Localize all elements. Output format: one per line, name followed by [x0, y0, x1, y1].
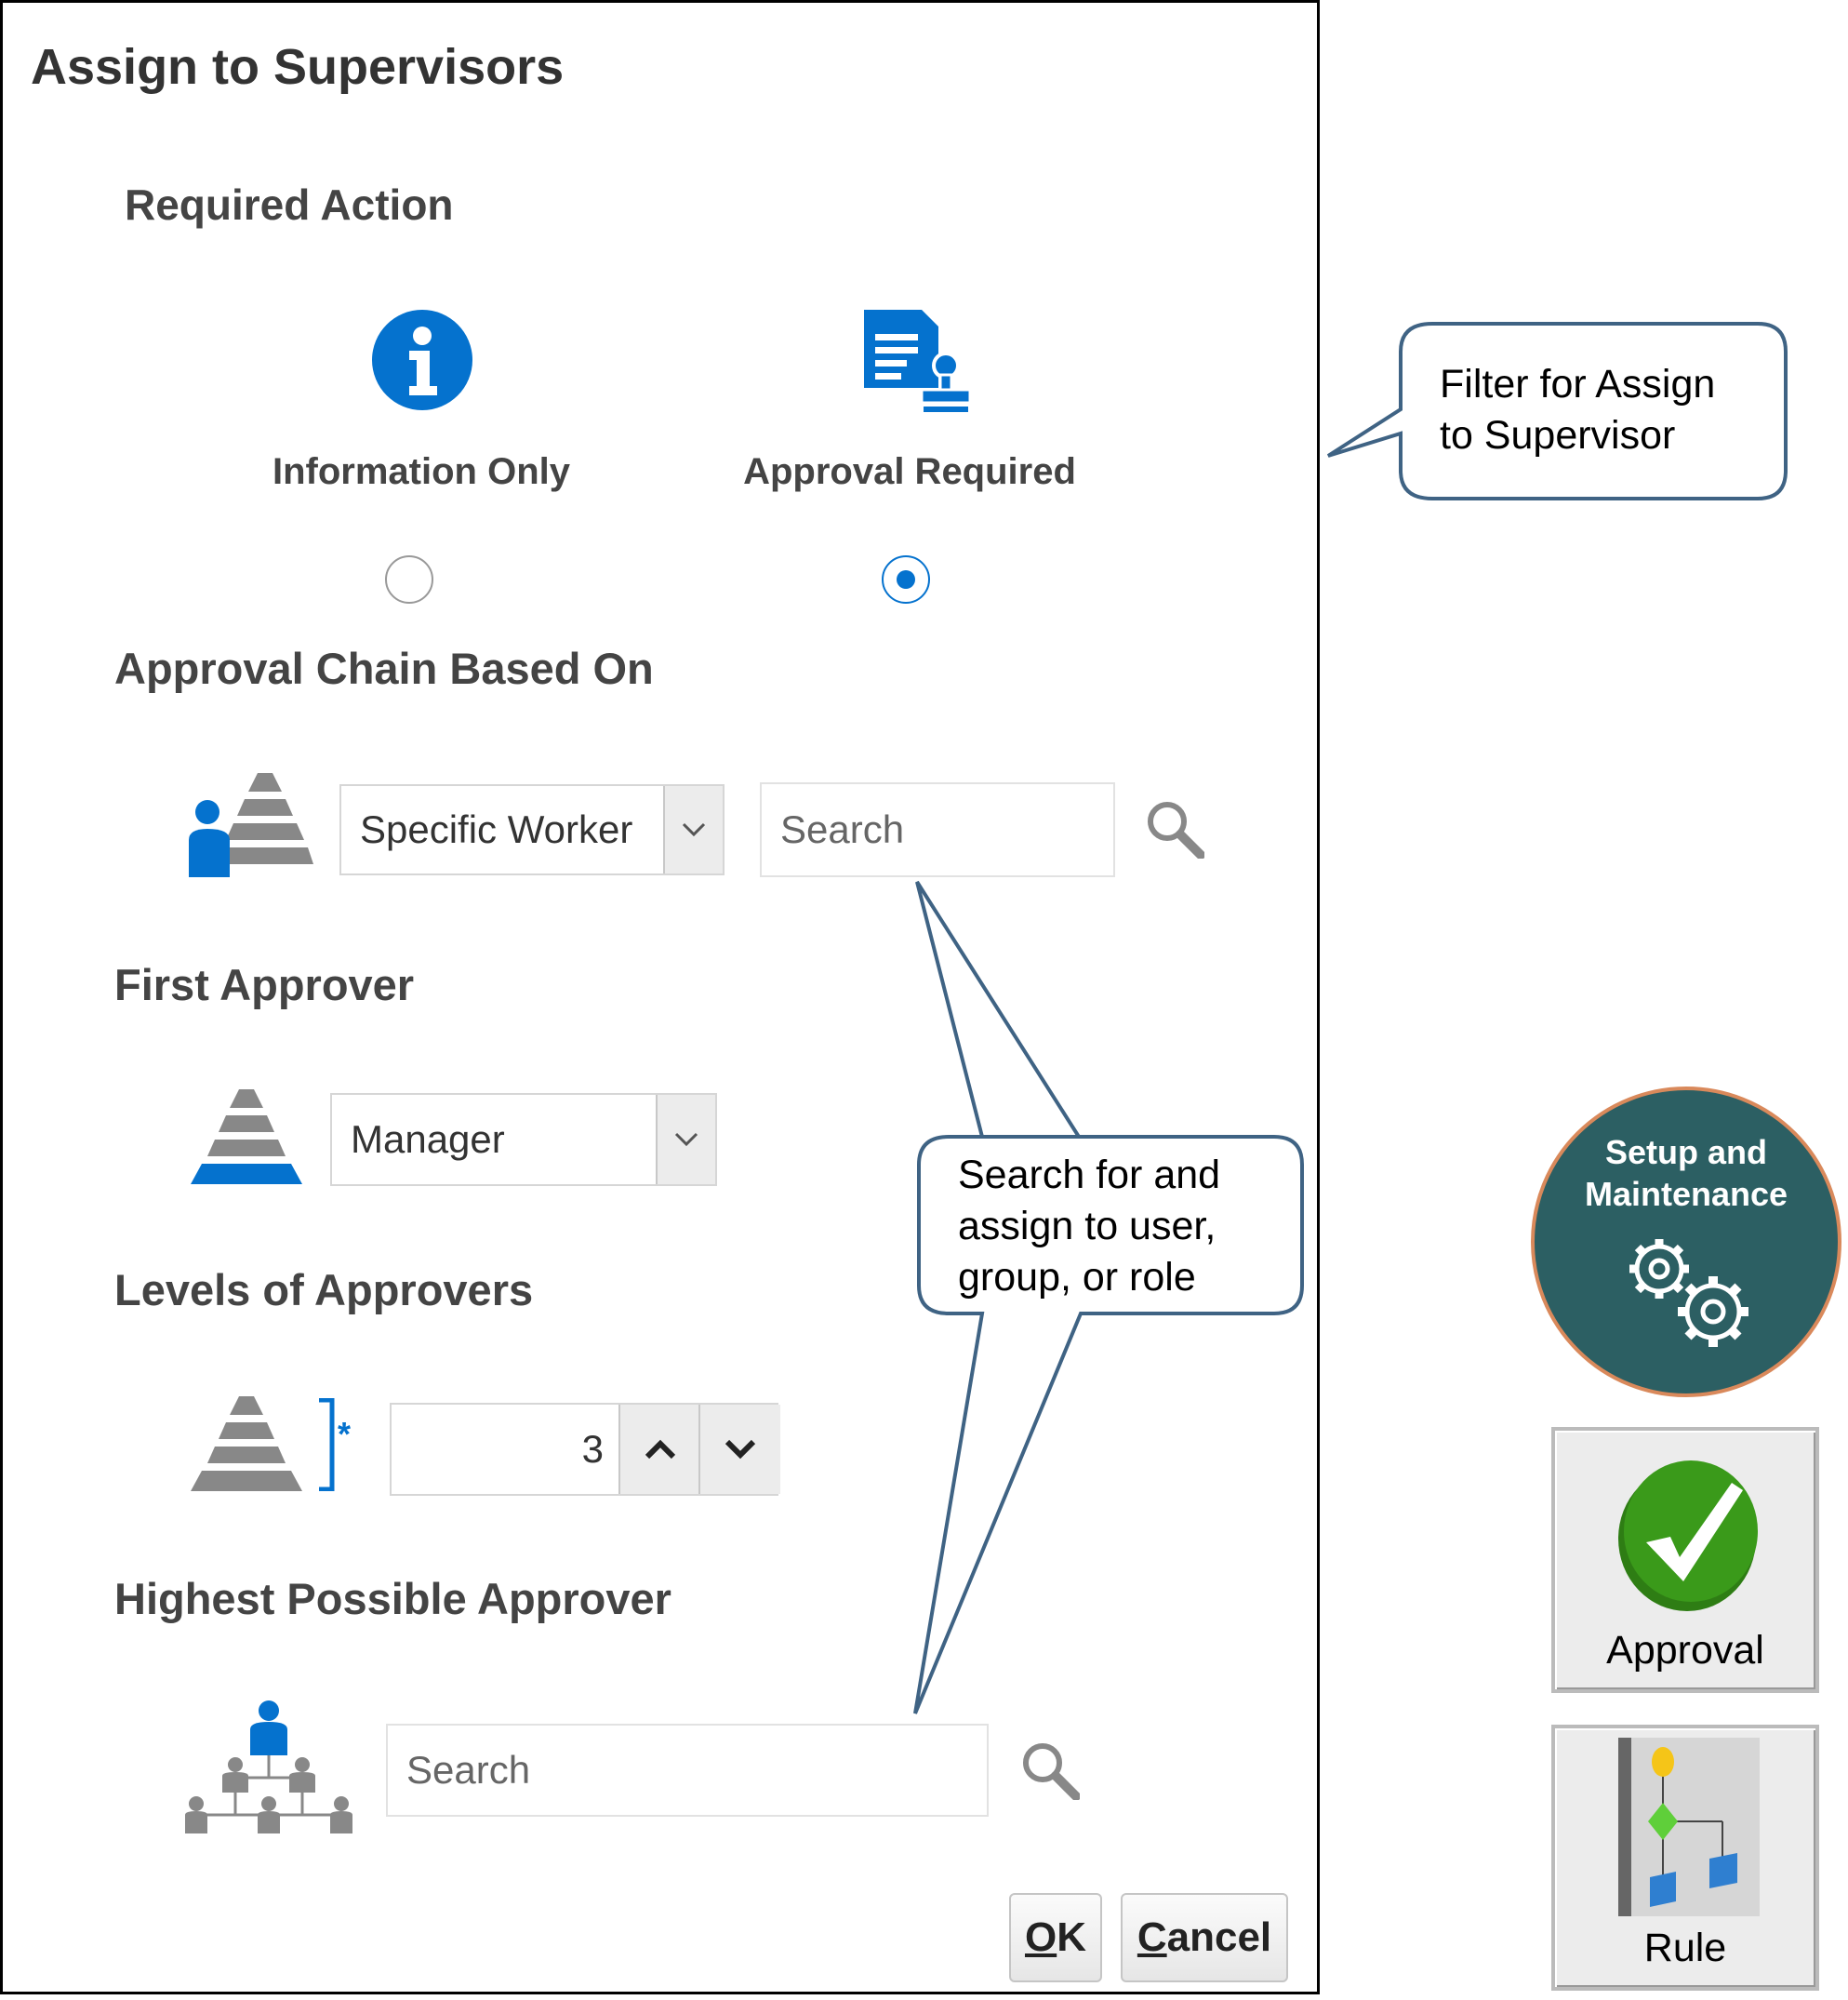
setup-and-maintenance-badge: Setup and Maintenance: [1531, 1087, 1841, 1397]
setup-line1: Setup and: [1604, 1133, 1767, 1171]
filter-callout-text: Filter for Assign to Supervisor: [1440, 359, 1715, 461]
rule-tile: Rule: [1551, 1725, 1819, 1991]
search-callout-line1: Search for and: [958, 1153, 1221, 1197]
rule-tile-label: Rule: [1643, 1926, 1727, 1970]
filter-callout-line1: Filter for Assign: [1440, 362, 1716, 407]
setup-line2: Maintenance: [1584, 1175, 1788, 1213]
filter-callout-line2: to Supervisor: [1440, 413, 1676, 458]
search-callout-text: Search for and assign to user, group, or…: [958, 1150, 1220, 1303]
approval-tile-label: Approval: [1606, 1628, 1764, 1673]
green-checkmark-icon: [1613, 1453, 1762, 1611]
gears-icon: [1618, 1232, 1758, 1353]
search-callout-line3: group, or role: [958, 1255, 1196, 1300]
search-callout-line2: assign to user,: [958, 1204, 1216, 1248]
approval-tile: Approval: [1551, 1427, 1819, 1693]
callout-shapes: [913, 322, 1788, 1714]
rule-flow-icon: [1618, 1738, 1760, 1916]
setup-badge-label: Setup and Maintenance: [1535, 1131, 1838, 1215]
